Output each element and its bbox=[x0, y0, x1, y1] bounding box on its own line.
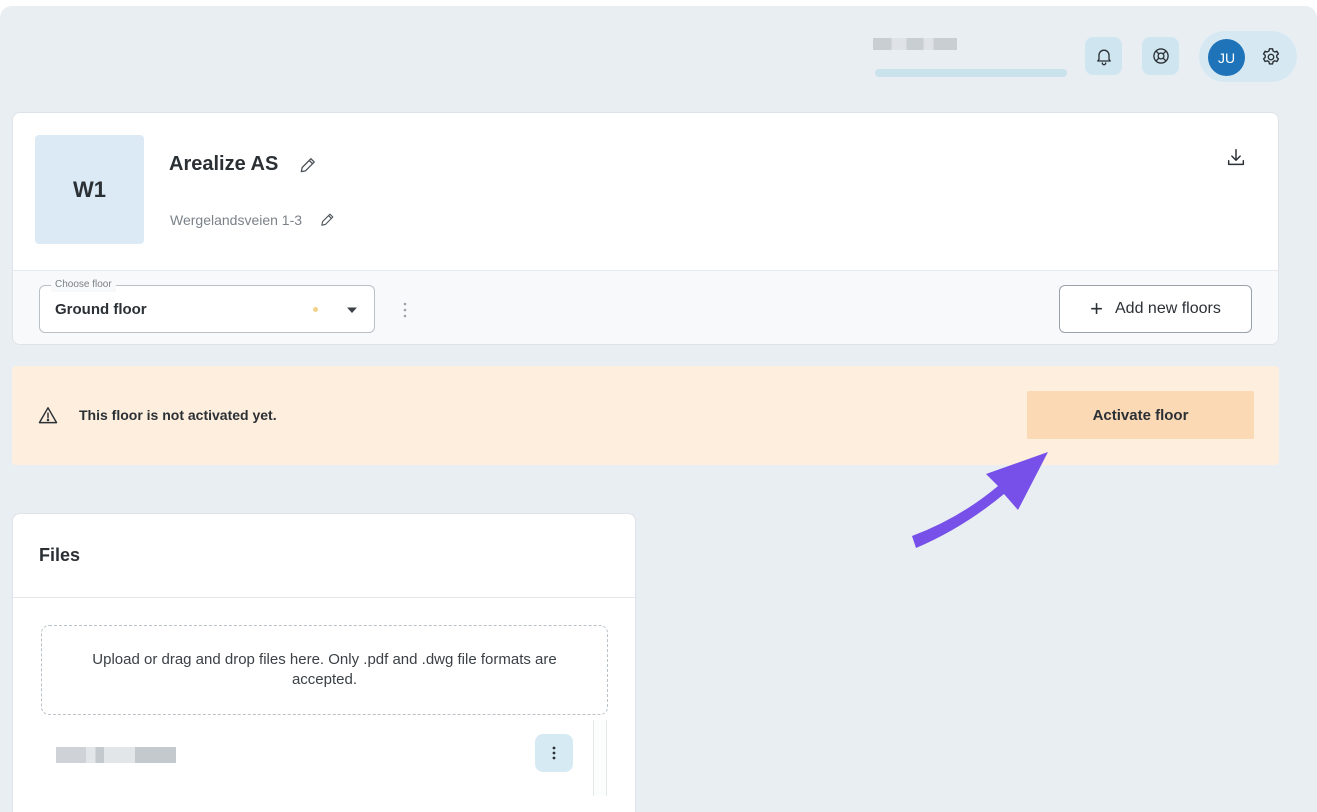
download-icon[interactable] bbox=[1225, 147, 1247, 169]
blurred-progress-bar bbox=[875, 69, 1067, 77]
floor-toolbar: Choose floor Ground floor + Add new floo… bbox=[13, 270, 1278, 344]
floor-status-dot bbox=[313, 307, 318, 312]
floor-select[interactable]: Choose floor Ground floor bbox=[39, 278, 375, 333]
dropzone-text: Upload or drag and drop files here. Only… bbox=[92, 651, 557, 688]
gear-icon bbox=[1262, 48, 1280, 65]
file-options-button[interactable] bbox=[535, 734, 573, 772]
file-list-item[interactable] bbox=[41, 720, 593, 796]
kebab-menu-icon bbox=[552, 746, 556, 760]
lifebuoy-icon bbox=[1152, 48, 1169, 64]
divider bbox=[13, 597, 635, 598]
notifications-button[interactable] bbox=[1085, 37, 1122, 75]
activate-floor-button[interactable]: Activate floor bbox=[1027, 391, 1254, 439]
help-button[interactable] bbox=[1142, 37, 1179, 75]
chevron-down-icon[interactable] bbox=[346, 306, 358, 314]
edit-address-pencil-icon[interactable] bbox=[319, 211, 336, 228]
add-new-floors-button[interactable]: + Add new floors bbox=[1059, 285, 1252, 333]
files-card: Files Upload or drag and drop files here… bbox=[12, 513, 636, 812]
settings-button[interactable] bbox=[1260, 46, 1282, 68]
floor-select-label: Choose floor bbox=[51, 278, 116, 292]
floor-not-activated-alert: This floor is not activated yet. Activat… bbox=[12, 366, 1279, 465]
building-name: Arealize AS bbox=[169, 153, 279, 175]
annotation-arrow-icon bbox=[912, 452, 1048, 548]
app-shell: JU W1 Arealize AS Wergelandsveien 1-3 Ch… bbox=[0, 6, 1317, 812]
alert-message: This floor is not activated yet. bbox=[79, 407, 277, 423]
add-new-floors-label: Add new floors bbox=[1115, 300, 1221, 317]
floor-select-value: Ground floor bbox=[55, 301, 147, 318]
building-card: W1 Arealize AS Wergelandsveien 1-3 Choos… bbox=[12, 112, 1279, 345]
warning-triangle-icon bbox=[38, 407, 58, 424]
blurred-organization-name bbox=[873, 38, 957, 50]
file-dropzone[interactable]: Upload or drag and drop files here. Only… bbox=[41, 625, 608, 715]
avatar[interactable]: JU bbox=[1208, 39, 1245, 76]
plus-icon: + bbox=[1090, 296, 1103, 321]
bell-icon bbox=[1096, 49, 1111, 66]
files-title: Files bbox=[39, 545, 81, 565]
file-list-scrollbar[interactable] bbox=[593, 720, 607, 796]
edit-name-pencil-icon[interactable] bbox=[298, 155, 318, 175]
building-address: Wergelandsveien 1-3 bbox=[170, 212, 303, 228]
user-menu[interactable]: JU bbox=[1199, 31, 1297, 82]
building-code-tile: W1 bbox=[35, 135, 144, 244]
blurred-file-name bbox=[56, 747, 176, 763]
floor-options-kebab-icon[interactable] bbox=[395, 297, 415, 323]
